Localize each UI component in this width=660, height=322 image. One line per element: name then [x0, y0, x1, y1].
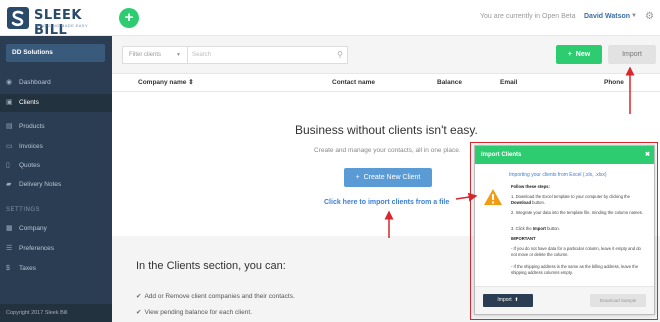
- sliders-icon: ☰: [6, 245, 13, 252]
- sidebar-item-label: Taxes: [19, 265, 36, 272]
- chevron-down-icon: ▼: [176, 52, 181, 58]
- check-icon: ✔: [136, 293, 142, 300]
- dollar-icon: $: [6, 265, 10, 272]
- copyright-text: Copyright 2017 Sleek Bill: [6, 310, 68, 316]
- sidebar-item-taxes[interactable]: $ Taxes: [0, 260, 112, 278]
- import-button[interactable]: Import: [608, 45, 656, 64]
- filter-clients-select[interactable]: Filter clients ▼: [122, 46, 188, 64]
- new-client-button[interactable]: + New: [556, 45, 602, 64]
- empty-state-title: Business without clients isn't easy.: [295, 123, 478, 137]
- chevron-down-icon[interactable]: ▼: [631, 13, 637, 19]
- new-button-label: New: [575, 51, 591, 58]
- list-item: ✔ Add or Remove client companies and thei…: [136, 293, 295, 300]
- import-from-file-link[interactable]: Click here to import clients from a file: [324, 199, 449, 206]
- eye-icon: ◉: [6, 79, 13, 86]
- logo-mark-icon: [7, 7, 29, 29]
- column-balance[interactable]: Balance: [437, 74, 462, 92]
- sidebar-item-label: Dashboard: [19, 79, 51, 86]
- filter-label: Filter clients: [129, 52, 162, 58]
- create-client-button[interactable]: + Create New Client: [344, 168, 432, 187]
- box-icon: ▤: [6, 123, 13, 130]
- sidebar-item-label: Invoices: [19, 143, 43, 150]
- create-button-label: Create New Client: [363, 174, 421, 181]
- sidebar-item-dashboard[interactable]: ◉ Dashboard: [0, 74, 112, 92]
- sidebar-item-label: Company: [19, 225, 47, 232]
- clients-icon: ▣: [6, 99, 13, 106]
- truck-icon: ▰: [6, 181, 12, 188]
- settings-heading: SETTINGS: [6, 207, 41, 213]
- search-placeholder: Search: [192, 52, 212, 58]
- annotation-highlight-box: [470, 142, 658, 320]
- toolbar: Filter clients ▼ Search ⚲ + New Import: [112, 36, 660, 74]
- sidebar-item-quotes[interactable]: ▯ Quotes: [0, 157, 112, 175]
- quick-add-button[interactable]: +: [119, 8, 139, 28]
- app-logo[interactable]: SLEEK BILL INVOICING MADE EASY: [6, 6, 116, 38]
- sidebar-item-clients[interactable]: ▣ Clients: [0, 94, 112, 112]
- search-input[interactable]: Search ⚲: [188, 46, 348, 64]
- sidebar-item-label: Quotes: [19, 162, 40, 169]
- empty-state-subtitle: Create and manage your contacts, all in …: [314, 147, 461, 154]
- top-header: SLEEK BILL INVOICING MADE EASY + You are…: [0, 0, 660, 38]
- sidebar-item-label: Preferences: [19, 245, 55, 252]
- sidebar-item-label: Products: [19, 123, 45, 130]
- gear-icon[interactable]: ⚙: [645, 11, 654, 22]
- invoice-icon: ▭: [6, 143, 13, 150]
- organization-selector[interactable]: DD Solutions: [6, 44, 105, 62]
- sidebar: DD Solutions ◉ Dashboard ▣ Clients ▤ Pro…: [0, 36, 112, 322]
- column-contact-name[interactable]: Contact name: [332, 74, 375, 92]
- info-title: In the Clients section, you can:: [136, 260, 286, 272]
- sidebar-item-products[interactable]: ▤ Products: [0, 118, 112, 136]
- column-phone[interactable]: Phone: [604, 74, 624, 92]
- user-menu[interactable]: David Watson: [584, 13, 630, 20]
- sidebar-item-preferences[interactable]: ☰ Preferences: [0, 240, 112, 258]
- table-header: Company name ⇕ Contact name Balance Emai…: [112, 74, 660, 92]
- check-icon: ✔: [136, 309, 142, 316]
- sidebar-item-delivery-notes[interactable]: ▰ Delivery Notes: [0, 176, 112, 194]
- list-item: ✔ View pending balance for each client.: [136, 309, 253, 316]
- sidebar-item-label: Clients: [19, 99, 39, 106]
- logo-tagline: INVOICING MADE EASY: [35, 23, 88, 28]
- quote-icon: ▯: [6, 162, 10, 169]
- search-icon[interactable]: ⚲: [337, 47, 343, 63]
- column-company-name[interactable]: Company name ⇕: [138, 74, 194, 92]
- sort-icon: ⇕: [188, 79, 194, 86]
- plus-icon: +: [355, 174, 360, 181]
- plus-icon: +: [567, 51, 572, 58]
- copyright-footer: Copyright 2017 Sleek Bill: [0, 304, 112, 322]
- building-icon: ▦: [6, 225, 13, 232]
- sidebar-item-label: Delivery Notes: [19, 181, 62, 188]
- sidebar-item-company[interactable]: ▦ Company: [0, 220, 112, 238]
- sidebar-item-invoices[interactable]: ▭ Invoices: [0, 138, 112, 156]
- beta-notice: You are currently in Open Beta: [480, 13, 576, 20]
- column-email[interactable]: Email: [500, 74, 517, 92]
